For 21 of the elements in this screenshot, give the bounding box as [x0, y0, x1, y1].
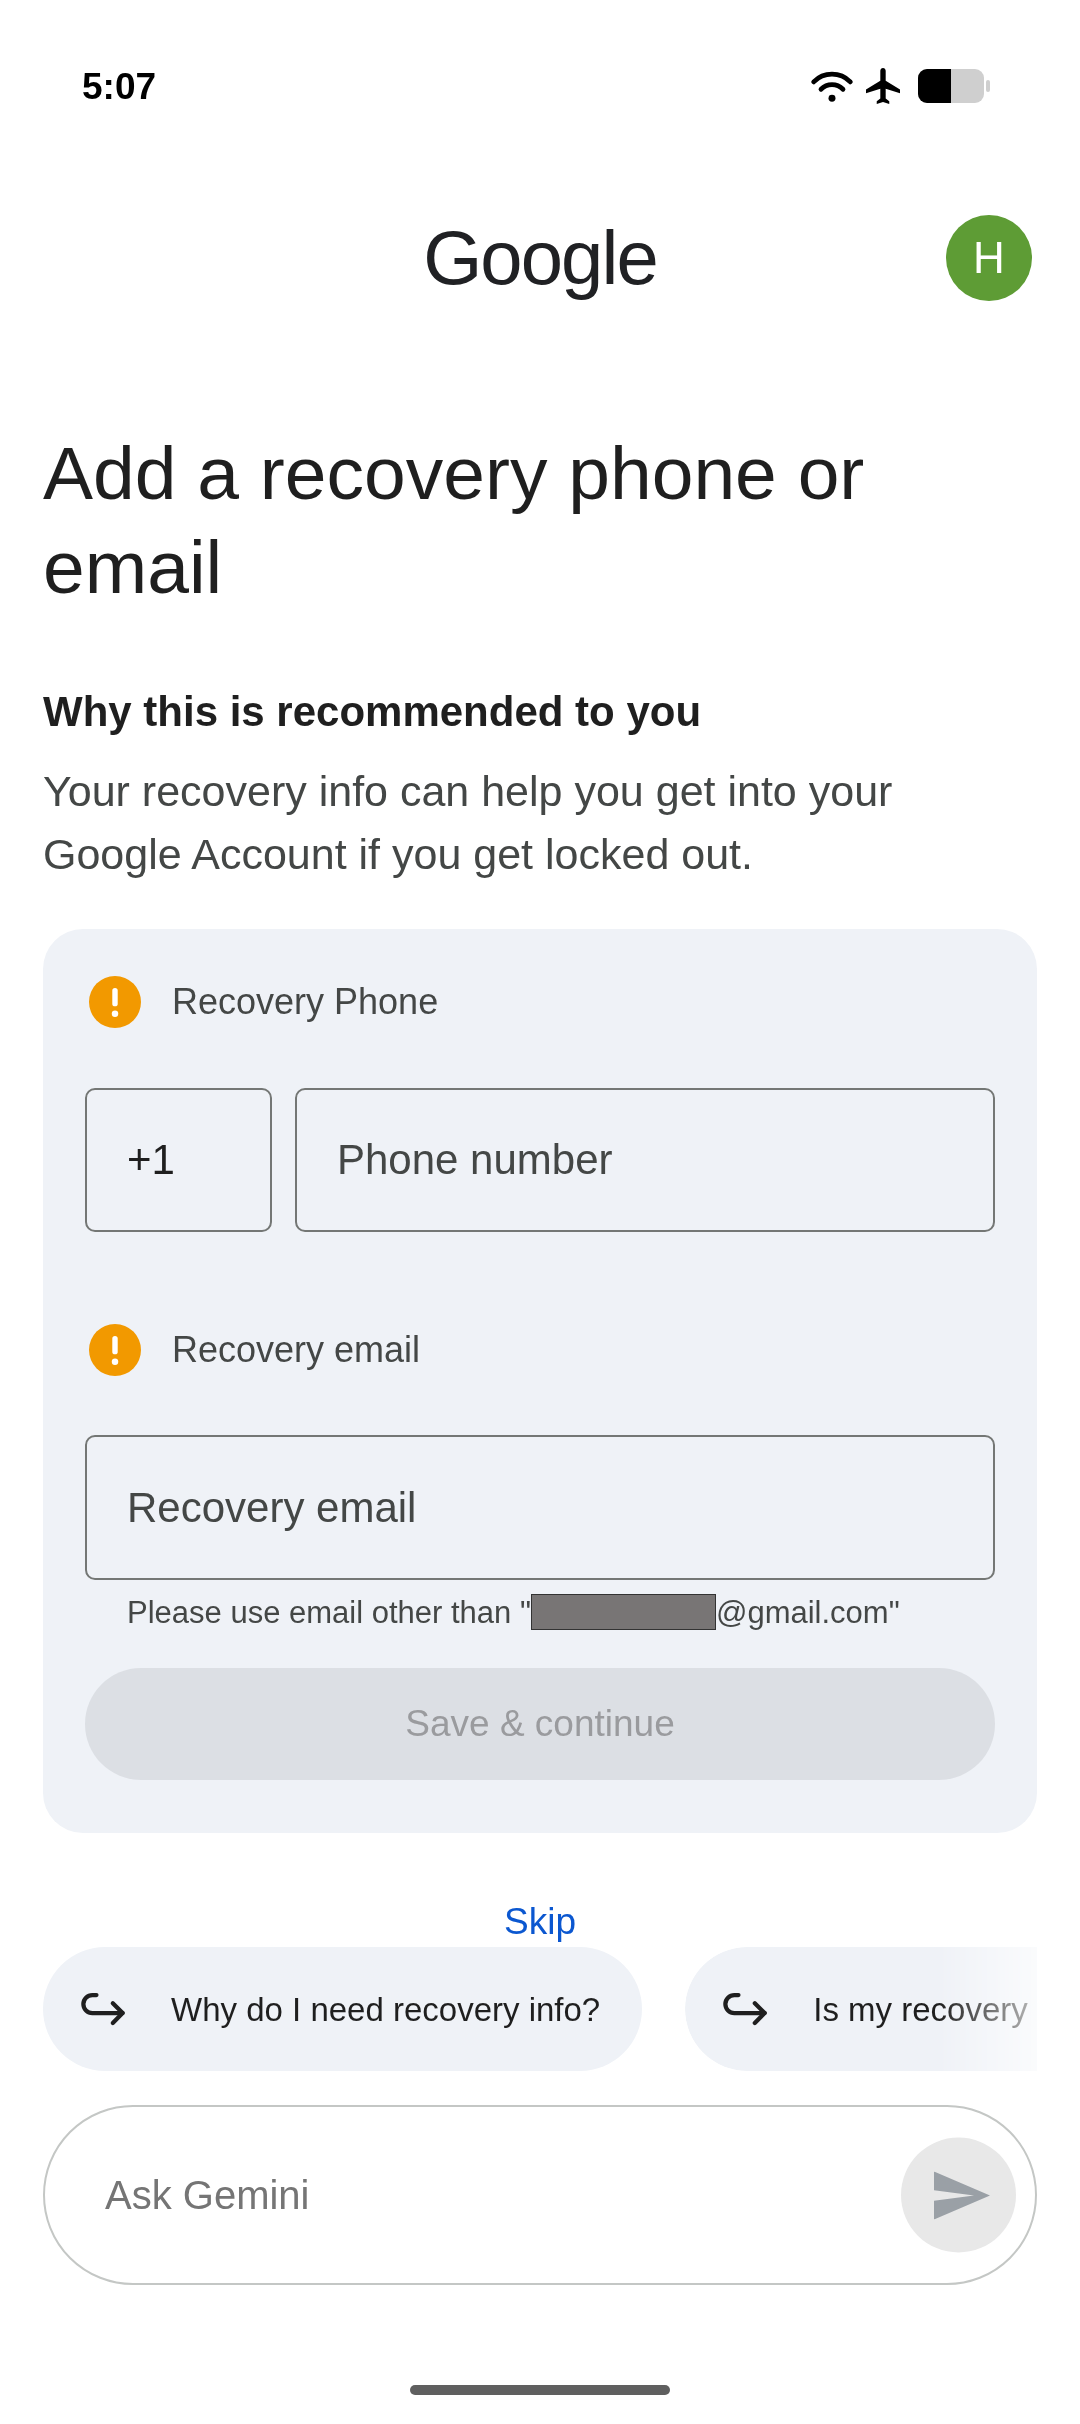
field-label: Recovery Phone [172, 984, 439, 1020]
skip-link[interactable]: Skip [504, 1899, 576, 1945]
field-label: Recovery email [172, 1332, 421, 1368]
suggestion-chip[interactable]: Is my recovery [685, 1947, 1037, 2071]
suggestion-chip[interactable]: Why do I need recovery info? [43, 1947, 643, 2071]
airplane-icon [866, 68, 900, 104]
page-title: Add a recovery phone or email [43, 430, 866, 611]
section-heading: Why this is recommended to you [43, 687, 703, 737]
battery-icon [918, 69, 990, 103]
hint-text: Please use email other than " [127, 1596, 531, 1628]
send-icon [933, 2171, 990, 2219]
description-text: Your recovery info can help you get into your Google Account if you get locked out. [43, 766, 894, 880]
status-time: 5:07 [82, 67, 157, 105]
ask-gemini-field[interactable]: Ask Gemini [43, 2105, 1037, 2285]
hint-text: @gmail.com" [715, 1596, 900, 1628]
country-code-field[interactable]: +1 [85, 1088, 272, 1232]
wifi-icon [810, 69, 854, 103]
email-field[interactable]: Recovery email [85, 1435, 995, 1580]
phone-number-field[interactable]: Phone number [295, 1088, 995, 1232]
reply-arrow-icon [722, 1991, 769, 2027]
reply-arrow-icon [80, 1991, 126, 2027]
